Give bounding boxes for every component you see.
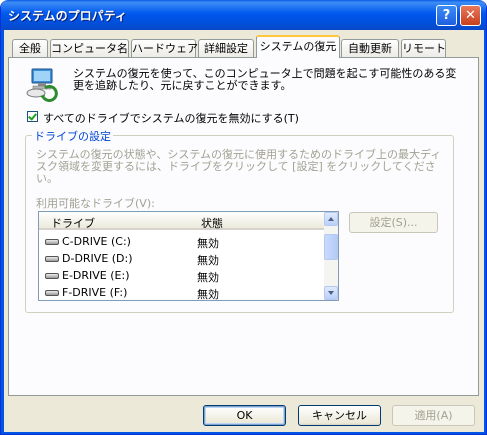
- drive-name: F-DRIVE (F:): [62, 286, 128, 299]
- drives-listview[interactable]: ドライブ 状態 C-DRIVE (C:) 無効 D-DRIVE (D:) 無効 …: [38, 211, 339, 301]
- tab-hardware[interactable]: ハードウェア: [131, 39, 198, 57]
- hard-drive-icon: [45, 290, 59, 296]
- drive-row[interactable]: E-DRIVE (E:) 無効: [39, 267, 324, 284]
- drive-status: 無効: [197, 288, 219, 301]
- drive-status: 無効: [197, 254, 219, 267]
- hard-drive-icon: [45, 256, 59, 262]
- system-restore-icon: [23, 66, 59, 105]
- scroll-down-arrow-icon[interactable]: [324, 286, 338, 300]
- hard-drive-icon: [45, 239, 59, 245]
- cancel-button[interactable]: キャンセル: [298, 405, 381, 426]
- close-button[interactable]: ✕: [460, 5, 481, 26]
- tab-general[interactable]: 全般: [12, 39, 48, 57]
- drive-row[interactable]: C-DRIVE (C:) 無効: [39, 233, 324, 250]
- tab-advanced[interactable]: 詳細設定: [198, 39, 254, 57]
- column-header-status[interactable]: 状態: [201, 215, 223, 231]
- window-title: システムのプロパティ: [8, 9, 127, 23]
- scroll-up-arrow-icon[interactable]: [324, 212, 338, 226]
- hard-drive-icon: [45, 273, 59, 279]
- tab-remote[interactable]: リモート: [401, 39, 446, 57]
- system-restore-description: システムの復元を使って、このコンピュータ上で問題を起こす可能性のある変更を追跡し…: [73, 67, 457, 92]
- vertical-scrollbar[interactable]: [324, 212, 338, 300]
- settings-button[interactable]: 設定(S)...: [349, 212, 438, 233]
- ok-button[interactable]: OK: [203, 405, 286, 426]
- help-button[interactable]: ?: [436, 5, 457, 26]
- tab-computer-name[interactable]: コンピュータ名: [50, 39, 129, 57]
- system-properties-window: システムのプロパティ ? ✕ 全般 コンピュータ名 ハードウェア 詳細設定 シス…: [0, 0, 487, 435]
- disable-system-restore-checkbox[interactable]: [27, 111, 38, 122]
- window-frame-left: [1, 30, 4, 434]
- title-bar[interactable]: システムのプロパティ ? ✕: [1, 0, 486, 30]
- available-drives-label: 利用可能なドライブ(V):: [36, 197, 155, 210]
- drive-status: 無効: [197, 237, 219, 250]
- drive-settings-title: ドライブの設定: [32, 128, 113, 144]
- drive-name: C-DRIVE (C:): [62, 235, 131, 248]
- apply-button[interactable]: 適用(A): [392, 405, 475, 426]
- drive-name: D-DRIVE (D:): [62, 252, 133, 265]
- column-header-drive[interactable]: ドライブ: [51, 215, 95, 231]
- list-header: ドライブ 状態: [39, 212, 324, 230]
- tab-system-restore[interactable]: システムの復元: [256, 35, 340, 58]
- drive-row[interactable]: F-DRIVE (F:) 無効: [39, 284, 324, 301]
- disable-system-restore-label[interactable]: すべてのドライブでシステムの復元を無効にする(T): [43, 110, 299, 126]
- drive-name: E-DRIVE (E:): [62, 269, 130, 282]
- drive-status: 無効: [197, 271, 219, 284]
- drive-row[interactable]: D-DRIVE (D:) 無効: [39, 250, 324, 267]
- drive-settings-description: システムの復元の状態や、システムの復元に使用するためのドライブ上の最大ディスク領…: [36, 148, 442, 185]
- tab-automatic-updates[interactable]: 自動更新: [341, 39, 399, 57]
- scrollbar-thumb[interactable]: [324, 234, 338, 260]
